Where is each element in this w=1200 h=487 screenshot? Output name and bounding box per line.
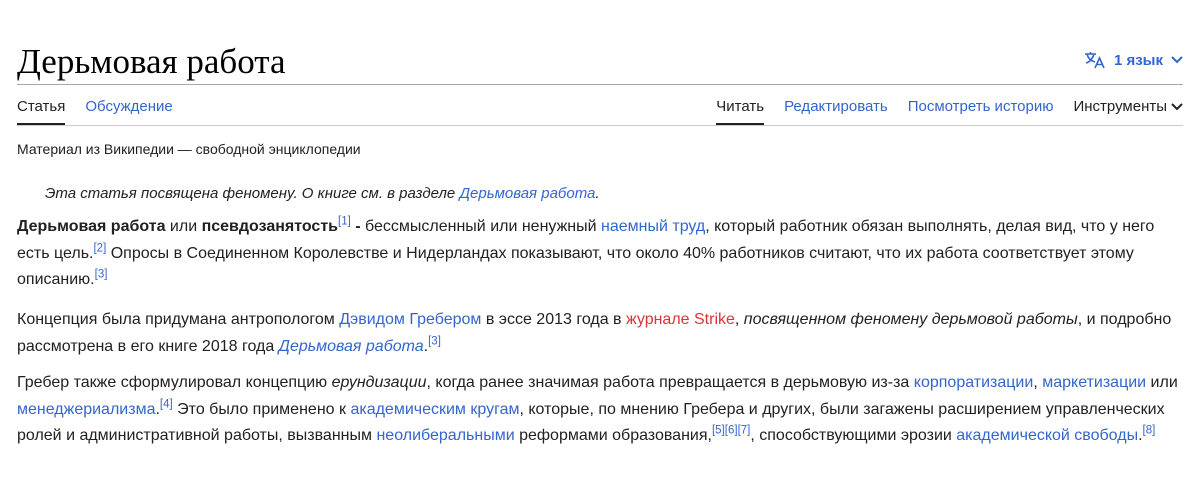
text: Это было применено к [172,400,351,418]
reference-6[interactable]: [6] [725,425,738,437]
hatnote-text: Эта статья посвящена феномену. О книге с… [45,185,460,202]
reference-3b[interactable]: [3] [428,335,441,347]
text: Опросы в Соединенном Королевстве и Нидер… [17,244,1134,289]
link-corporatization[interactable]: корпоратизации [914,374,1034,391]
tab-edit[interactable]: Редактировать [784,95,888,125]
text: , когда ранее значимая работа превращает… [426,374,914,391]
reference-4[interactable]: [4] [160,398,173,410]
term-italic: ерундизации [331,374,427,391]
link-academia[interactable]: академическим кругам [350,401,519,418]
essay-title: посвященном феномену дерьмовой работы [743,311,1078,328]
text: реформами образования, [514,427,712,444]
reference-1[interactable]: [1] [338,216,351,228]
term-bold-1: Дерьмовая работа [17,218,166,235]
reference-5[interactable]: [5] [712,425,725,437]
language-button[interactable]: 1 язык [1084,47,1183,73]
chevron-down-icon [1171,56,1183,64]
text: бессмысленный или ненужный [365,218,602,235]
book-title: Дерьмовая работа [278,337,424,355]
link-neoliberal[interactable]: неолиберальными [376,427,514,444]
text: в эссе 2013 года в [481,311,626,328]
link-academic-freedom[interactable]: академической свободы [956,427,1138,444]
text: Концепция была придумана антропологом [17,311,340,328]
page-title: Дерьмовая работа [17,42,286,81]
link-marketization[interactable]: маркетизации [1042,374,1146,391]
reference-2[interactable]: [2] [93,242,106,254]
term-bold-2: псевдозанятость [201,218,338,235]
dash: - [350,218,366,235]
text: или [1146,374,1178,391]
text: , способствующими эрозии [750,427,957,444]
hatnote-link[interactable]: Дерьмовая работа [459,185,595,202]
link-managerialism[interactable]: менеджериализма [17,401,155,418]
text: Гребер также сформулировал концепцию [17,374,332,391]
link-book[interactable]: Дерьмовая работа [279,338,424,355]
view-tabs: Читать Редактировать Посмотреть историю … [716,95,1183,125]
tab-talk[interactable]: Обсуждение [85,95,172,125]
tabs-divider [17,125,1183,126]
paragraph-3: Гребер также сформулировал концепцию еру… [17,370,1183,450]
tab-read[interactable]: Читать [716,95,765,125]
tab-history[interactable]: Посмотреть историю [908,95,1054,125]
chevron-down-icon [1171,95,1183,119]
paragraph-2: Концепция была придумана антропологом Дэ… [17,307,1183,360]
text: , [1033,374,1038,391]
hatnote-end: . [595,185,600,202]
link-strike-magazine[interactable]: журнале Strike [626,311,735,328]
site-tagline: Материал из Википедии — свободной энцикл… [17,141,361,157]
tools-menu[interactable]: Инструменты [1073,95,1183,125]
title-divider [17,84,1183,85]
tab-article[interactable]: Статья [17,95,66,125]
text: , [734,311,744,328]
link-graeber[interactable]: Дэвидом Гребером [339,311,481,328]
translate-icon [1084,51,1106,69]
reference-8[interactable]: [8] [1143,425,1156,437]
text: или [165,218,202,235]
tools-label: Инструменты [1073,98,1167,115]
reference-7[interactable]: [7] [738,425,751,437]
namespace-tabs: Статья Обсуждение [17,95,173,125]
paragraph-1: Дерьмовая работа или псевдозанятость[1] … [17,214,1183,294]
hatnote: Эта статья посвящена феномену. О книге с… [45,182,600,206]
language-label: 1 язык [1113,51,1163,69]
link-wage-labor[interactable]: наемный труд [601,218,705,235]
reference-3[interactable]: [3] [95,269,108,281]
page: Дерьмовая работа 1 язык Статья Обсуждени… [0,0,1200,487]
